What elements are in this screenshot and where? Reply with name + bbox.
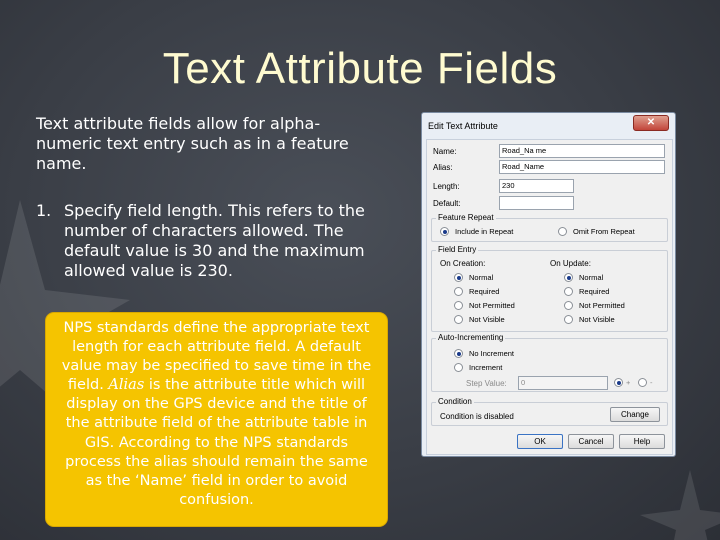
radio-selected-icon <box>454 273 463 282</box>
option-label: Not Visible <box>469 315 505 324</box>
edit-text-attribute-dialog: Edit Text Attribute ✕ Name: Road_Na me A… <box>421 112 676 457</box>
option-label: Required <box>579 287 610 296</box>
note-alias-term: Alias <box>108 377 145 394</box>
on-update-label: On Update: <box>550 259 591 268</box>
omit-from-repeat-label: Omit From Repeat <box>573 227 635 236</box>
include-in-repeat-radio[interactable]: Include in Repeat <box>440 227 513 236</box>
condition-status-text: Condition is disabled <box>440 412 514 421</box>
step-item: 1. Specify field length. This refers to … <box>36 201 386 281</box>
update-normal-radio[interactable]: Normal <box>564 273 603 282</box>
close-icon[interactable]: ✕ <box>633 115 669 131</box>
condition-title: Condition <box>436 397 474 406</box>
alias-label: Alias: <box>433 163 453 172</box>
option-label: Not Permitted <box>579 301 625 310</box>
condition-group: Condition Condition is disabled Change <box>431 397 668 426</box>
radio-icon <box>564 301 573 310</box>
creation-not-visible-radio[interactable]: Not Visible <box>454 315 505 324</box>
radio-icon <box>564 315 573 324</box>
auto-incrementing-title: Auto-Incrementing <box>436 333 506 342</box>
include-in-repeat-label: Include in Repeat <box>455 227 514 236</box>
update-not-visible-radio[interactable]: Not Visible <box>564 315 615 324</box>
creation-required-radio[interactable]: Required <box>454 287 499 296</box>
radio-icon <box>454 363 463 372</box>
radio-icon <box>454 315 463 324</box>
increment-radio[interactable]: Increment <box>454 363 502 372</box>
radio-selected-icon <box>564 273 573 282</box>
slide-title: Text Attribute Fields <box>162 44 558 93</box>
name-field[interactable]: Road_Na me <box>499 144 665 158</box>
radio-icon <box>454 287 463 296</box>
default-field[interactable] <box>499 196 574 210</box>
field-entry-title: Field Entry <box>436 245 479 254</box>
increment-label: Increment <box>469 363 503 372</box>
option-label: Required <box>469 287 500 296</box>
update-required-radio[interactable]: Required <box>564 287 609 296</box>
option-label: Normal <box>579 273 604 282</box>
intro-text: Text attribute fields allow for alpha-nu… <box>36 114 349 173</box>
dialog-title: Edit Text Attribute <box>428 121 498 131</box>
cancel-button[interactable]: Cancel <box>568 434 614 449</box>
option-label: Not Permitted <box>469 301 515 310</box>
radio-selected-icon <box>614 378 623 387</box>
feature-repeat-group: Feature Repeat Include in Repeat Omit Fr… <box>431 213 668 242</box>
field-entry-group: Field Entry On Creation: On Update: Norm… <box>431 245 668 332</box>
alias-field[interactable]: Road_Name <box>499 160 665 174</box>
creation-normal-radio[interactable]: Normal <box>454 273 493 282</box>
change-button[interactable]: Change <box>610 407 660 422</box>
update-not-permitted-radio[interactable]: Not Permitted <box>564 301 625 310</box>
option-label: Not Visible <box>579 315 615 324</box>
step-text: Specify field length. This refers to the… <box>64 201 365 280</box>
on-creation-label: On Creation: <box>440 259 486 268</box>
step-minus-radio[interactable]: - <box>638 378 653 387</box>
steps-list: 1. Specify field length. This refers to … <box>36 201 386 281</box>
step-value-field[interactable]: 0 <box>518 376 608 390</box>
radio-selected-icon <box>440 227 449 236</box>
minus-label: - <box>650 378 653 387</box>
default-label: Default: <box>433 199 461 208</box>
note-text-after: is the attribute title which will displa… <box>65 377 368 508</box>
help-button[interactable]: Help <box>619 434 665 449</box>
radio-icon <box>638 378 647 387</box>
radio-icon <box>558 227 567 236</box>
feature-repeat-title: Feature Repeat <box>436 213 496 222</box>
option-label: Normal <box>469 273 494 282</box>
step-value-label: Step Value: <box>466 379 507 388</box>
name-label: Name: <box>433 147 457 156</box>
step-plus-radio[interactable]: + <box>614 378 630 387</box>
auto-incrementing-group: Auto-Incrementing No Increment Increment… <box>431 333 668 392</box>
ok-button[interactable]: OK <box>517 434 563 449</box>
length-label: Length: <box>433 182 460 191</box>
dialog-body: Name: Road_Na me Alias: Road_Name Length… <box>426 139 673 455</box>
radio-selected-icon <box>454 349 463 358</box>
no-increment-label: No Increment <box>469 349 515 358</box>
step-number: 1. <box>36 201 52 220</box>
omit-from-repeat-radio[interactable]: Omit From Repeat <box>558 227 635 236</box>
creation-not-permitted-radio[interactable]: Not Permitted <box>454 301 515 310</box>
length-field[interactable]: 230 <box>499 179 574 193</box>
plus-label: + <box>626 378 631 387</box>
radio-icon <box>454 301 463 310</box>
nps-note-box: NPS standards define the appropriate tex… <box>45 312 388 527</box>
no-increment-radio[interactable]: No Increment <box>454 349 514 358</box>
radio-icon <box>564 287 573 296</box>
